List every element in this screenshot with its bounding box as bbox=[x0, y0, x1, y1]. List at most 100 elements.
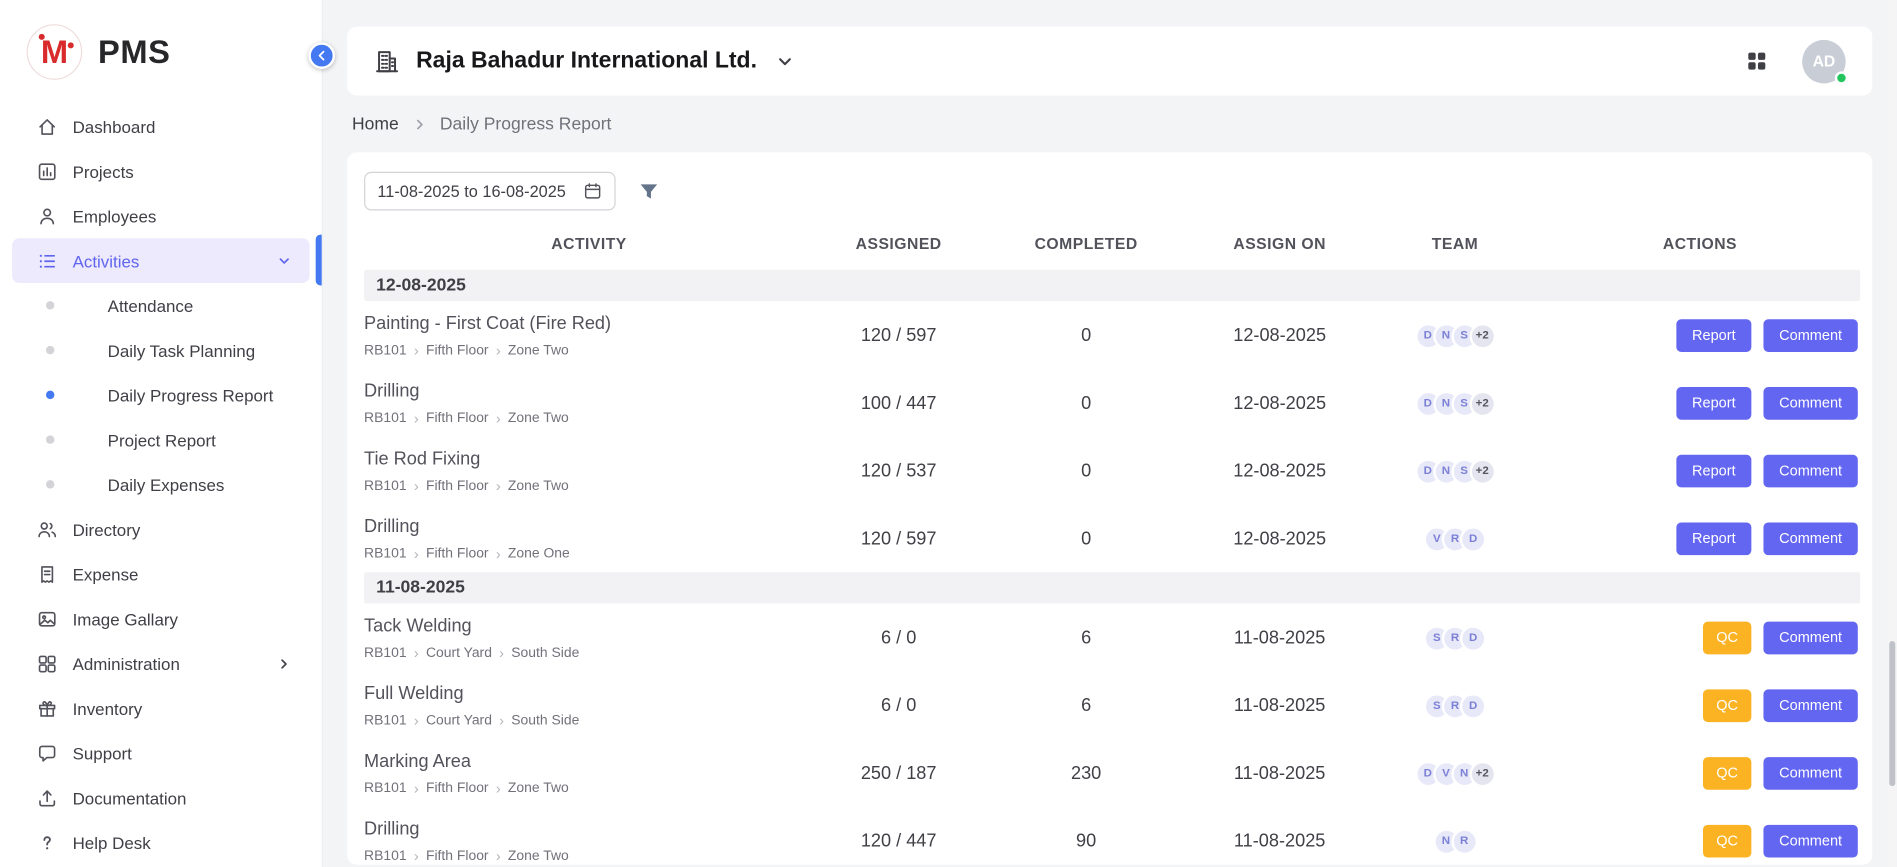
team-avatars: SRD bbox=[1370, 625, 1539, 652]
bullet-icon bbox=[46, 480, 54, 488]
chevron-down-icon bbox=[276, 252, 293, 269]
location-segment: Fifth Floor bbox=[426, 849, 489, 864]
report-button[interactable]: Report bbox=[1676, 522, 1751, 555]
comment-button[interactable]: Comment bbox=[1763, 622, 1857, 655]
completed-value: 0 bbox=[983, 529, 1189, 550]
sidebar-item-daily-expenses[interactable]: Daily Expenses bbox=[12, 462, 310, 507]
chevron-right-icon: › bbox=[499, 714, 504, 729]
sidebar-item-projects[interactable]: Projects bbox=[12, 149, 310, 194]
activity-name: Marking Area bbox=[364, 751, 814, 772]
assigned-value: 6 / 0 bbox=[814, 628, 983, 649]
sidebar-item-employees[interactable]: Employees bbox=[12, 194, 310, 239]
apps-grid-icon[interactable] bbox=[1745, 50, 1768, 73]
sidebar-item-label: Daily Expenses bbox=[108, 475, 225, 494]
scrollbar[interactable] bbox=[1888, 0, 1896, 867]
assign-on-value: 12-08-2025 bbox=[1189, 461, 1370, 482]
report-button[interactable]: Report bbox=[1676, 387, 1751, 420]
report-card: 11-08-2025 to 16-08-2025 ACTIVITY ASSIGN… bbox=[347, 152, 1872, 864]
column-header-assign-on: ASSIGN ON bbox=[1189, 235, 1370, 253]
sidebar-item-inventory[interactable]: Inventory bbox=[12, 686, 310, 731]
sidebar-item-support[interactable]: Support bbox=[12, 731, 310, 776]
comment-button[interactable]: Comment bbox=[1763, 455, 1857, 488]
sidebar-item-activities[interactable]: Activities bbox=[12, 238, 310, 283]
comment-button[interactable]: Comment bbox=[1763, 825, 1857, 858]
row-actions: Report Comment bbox=[1540, 319, 1861, 352]
chevron-left-icon bbox=[314, 48, 329, 63]
sidebar-item-attendance[interactable]: Attendance bbox=[12, 283, 310, 328]
sidebar-item-directory[interactable]: Directory bbox=[12, 507, 310, 552]
location-segment: RB101 bbox=[364, 849, 407, 864]
sidebar-collapse-button[interactable] bbox=[308, 42, 335, 69]
location-segment: RB101 bbox=[364, 411, 407, 426]
sidebar-item-documentation[interactable]: Documentation bbox=[12, 775, 310, 820]
bullet-icon bbox=[46, 435, 54, 443]
location-segment: South Side bbox=[511, 646, 579, 661]
activity-name: Tie Rod Fixing bbox=[364, 449, 814, 470]
sidebar-item-project-report[interactable]: Project Report bbox=[12, 417, 310, 462]
location-segment: Fifth Floor bbox=[426, 781, 489, 796]
people-icon bbox=[36, 518, 58, 540]
table-header-row: ACTIVITY ASSIGNED COMPLETED ASSIGN ON TE… bbox=[364, 220, 1860, 270]
assign-on-value: 12-08-2025 bbox=[1189, 529, 1370, 550]
comment-button[interactable]: Comment bbox=[1763, 387, 1857, 420]
sidebar-item-label: Documentation bbox=[73, 788, 187, 807]
activity-location-path: RB101›Fifth Floor›Zone Two bbox=[364, 781, 814, 796]
sidebar-item-daily-progress-report[interactable]: Daily Progress Report bbox=[12, 373, 310, 418]
sidebar-item-administration[interactable]: Administration bbox=[12, 641, 310, 686]
qc-button[interactable]: QC bbox=[1703, 689, 1751, 722]
comment-button[interactable]: Comment bbox=[1763, 689, 1857, 722]
date-range-input[interactable]: 11-08-2025 to 16-08-2025 bbox=[364, 172, 616, 211]
assign-on-value: 11-08-2025 bbox=[1189, 628, 1370, 649]
sidebar-item-image-gallary[interactable]: Image Gallary bbox=[12, 596, 310, 641]
assigned-value: 120 / 447 bbox=[814, 831, 983, 852]
receipt-icon bbox=[36, 563, 58, 585]
comment-button[interactable]: Comment bbox=[1763, 522, 1857, 555]
table-row: Painting - First Coat (Fire Red)RB101›Fi… bbox=[364, 301, 1860, 369]
avatar-initials: AD bbox=[1813, 52, 1836, 70]
location-segment: RB101 bbox=[364, 646, 407, 661]
company-selector[interactable]: Raja Bahadur International Ltd. bbox=[374, 48, 795, 75]
comment-button[interactable]: Comment bbox=[1763, 319, 1857, 352]
row-actions: Report Comment bbox=[1540, 387, 1861, 420]
activity-location-path: RB101›Fifth Floor›Zone One bbox=[364, 547, 814, 562]
assigned-value: 120 / 597 bbox=[814, 325, 983, 346]
chevron-right-icon: › bbox=[414, 781, 419, 796]
report-button[interactable]: Report bbox=[1676, 319, 1751, 352]
sidebar-nav: DashboardProjectsEmployeesActivitiesAtte… bbox=[0, 102, 322, 865]
team-avatars: DNS+2 bbox=[1370, 390, 1539, 417]
chevron-right-icon: › bbox=[496, 479, 501, 494]
projects-icon bbox=[36, 160, 58, 182]
qc-button[interactable]: QC bbox=[1703, 825, 1751, 858]
location-segment: Fifth Floor bbox=[426, 411, 489, 426]
qc-button[interactable]: QC bbox=[1703, 757, 1751, 790]
chevron-right-icon: › bbox=[496, 343, 501, 358]
column-header-actions: ACTIONS bbox=[1540, 235, 1861, 253]
sidebar-item-dashboard[interactable]: Dashboard bbox=[12, 104, 310, 149]
qc-button[interactable]: QC bbox=[1703, 622, 1751, 655]
chevron-right-icon bbox=[412, 117, 427, 132]
table-row: Full WeldingRB101›Court Yard›South Side6… bbox=[364, 671, 1860, 739]
sidebar-item-help-desk[interactable]: Help Desk bbox=[12, 820, 310, 865]
user-avatar[interactable]: AD bbox=[1802, 39, 1846, 83]
filter-icon[interactable] bbox=[637, 180, 660, 203]
column-header-completed: COMPLETED bbox=[983, 235, 1189, 253]
sidebar-item-expense[interactable]: Expense bbox=[12, 552, 310, 597]
scrollbar-thumb[interactable] bbox=[1889, 641, 1895, 786]
breadcrumb-home[interactable]: Home bbox=[352, 115, 399, 134]
chevron-right-icon: › bbox=[414, 479, 419, 494]
online-status-dot bbox=[1835, 71, 1848, 84]
home-icon bbox=[36, 116, 58, 138]
person-icon bbox=[36, 205, 58, 227]
sidebar-item-label: Expense bbox=[73, 564, 139, 583]
sidebar-item-daily-task-planning[interactable]: Daily Task Planning bbox=[12, 328, 310, 373]
comment-button[interactable]: Comment bbox=[1763, 757, 1857, 790]
assign-on-value: 12-08-2025 bbox=[1189, 325, 1370, 346]
report-button[interactable]: Report bbox=[1676, 455, 1751, 488]
table-row: DrillingRB101›Fifth Floor›Zone Two120 / … bbox=[364, 807, 1860, 865]
activity-name: Drilling bbox=[364, 381, 814, 402]
assigned-value: 100 / 447 bbox=[814, 393, 983, 414]
date-group-header: 12-08-2025 bbox=[364, 270, 1860, 301]
sidebar-item-label: Administration bbox=[73, 654, 180, 673]
location-segment: RB101 bbox=[364, 479, 407, 494]
team-member-avatar: D bbox=[1460, 692, 1487, 719]
